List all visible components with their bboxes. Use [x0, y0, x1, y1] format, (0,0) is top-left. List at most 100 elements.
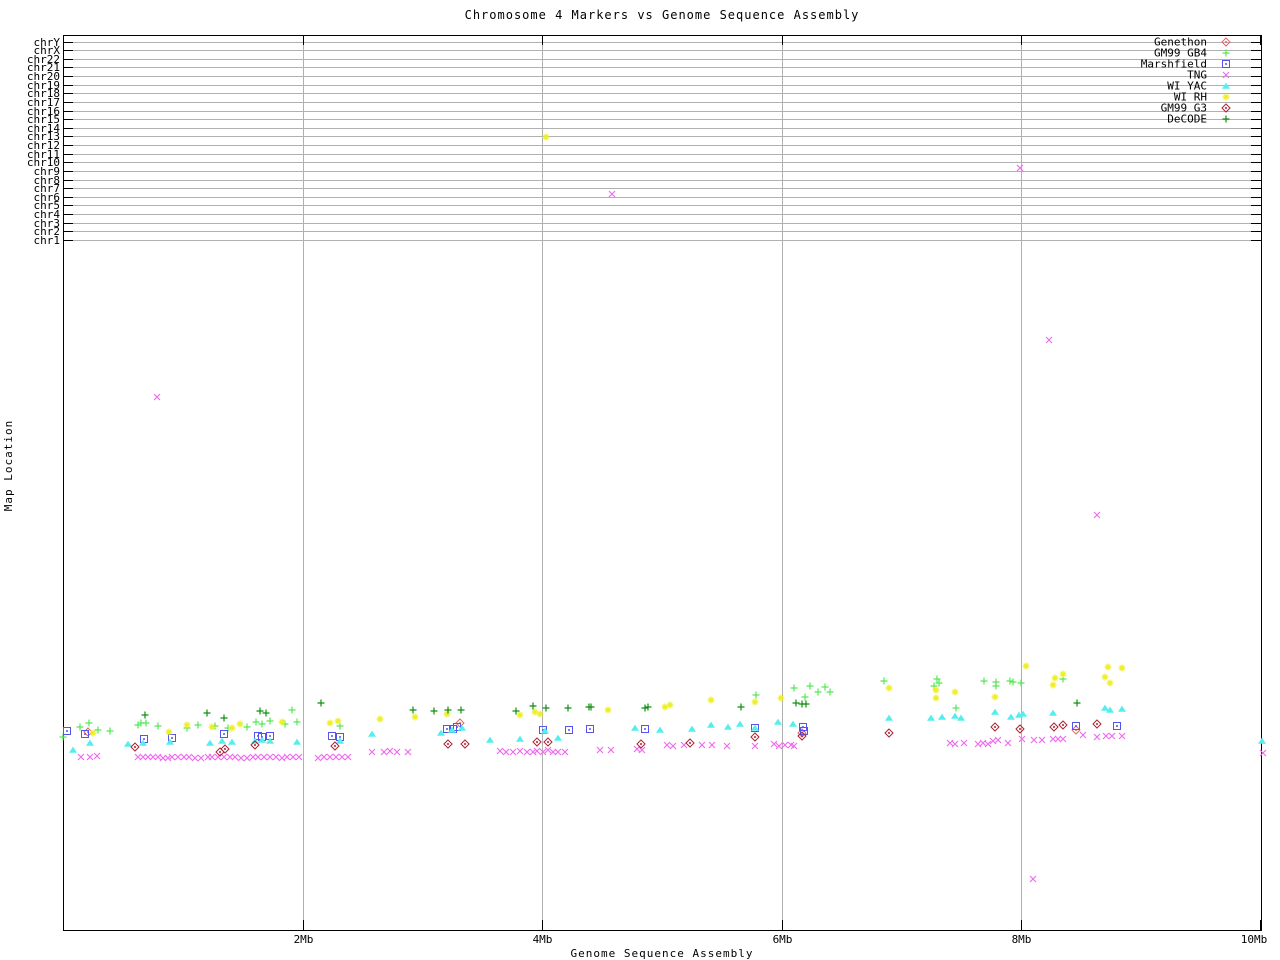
data-point-wi-yac: [1049, 709, 1057, 716]
data-point-gm99-g3: [685, 738, 695, 748]
x-tick-label-2mb: 2Mb: [294, 933, 314, 946]
data-point-tng: [1093, 733, 1101, 741]
data-point-marshfield: [328, 732, 336, 740]
data-point-gm99-gb4: [243, 723, 251, 731]
data-point-decode: [262, 709, 270, 717]
data-point-decode: [564, 704, 572, 712]
data-point-marshfield: [63, 727, 71, 735]
data-point-tng: [231, 753, 239, 761]
data-point-gm99-gb4: [1017, 679, 1025, 687]
data-point-wi-rh: [236, 720, 244, 728]
data-point-tng: [960, 739, 968, 747]
data-point-decode: [802, 700, 810, 708]
data-point-wi-rh: [991, 693, 999, 701]
data-point-wi-yac: [266, 737, 274, 744]
data-point-tng: [608, 190, 616, 198]
legend-symbol-gm99-g3: [1221, 103, 1231, 113]
data-point-tng: [1118, 732, 1126, 740]
data-point-wi-rh: [604, 706, 612, 714]
x-tick-label-4mb: 4Mb: [533, 933, 553, 946]
data-point-tng: [770, 740, 778, 748]
data-point-wi-yac: [707, 721, 715, 728]
data-point-wi-yac: [218, 737, 226, 744]
data-point-tng: [1259, 749, 1267, 757]
data-point-wi-rh: [932, 694, 940, 702]
data-point-tng: [168, 753, 176, 761]
data-point-wi-yac: [789, 720, 797, 727]
data-point-tng: [669, 742, 677, 750]
data-point-tng: [326, 753, 334, 761]
data-point-wi-yac: [86, 739, 94, 746]
data-point-tng: [208, 753, 216, 761]
data-point-wi-rh: [516, 711, 524, 719]
data-point-gm99-gb4: [752, 691, 760, 699]
data-point-tng: [698, 741, 706, 749]
data-point-tng: [1045, 336, 1053, 344]
data-point-tng: [1108, 732, 1116, 740]
data-point-wi-yac: [991, 708, 999, 715]
legend-symbol-marshfield: [1222, 60, 1230, 68]
data-point-decode: [203, 709, 211, 717]
data-point-gm99-gb4: [258, 720, 266, 728]
data-point-wi-yac: [554, 734, 562, 741]
data-point-wi-yac: [927, 714, 935, 721]
data-point-tng: [266, 753, 274, 761]
data-point-tng: [1093, 511, 1101, 519]
data-point-wi-yac: [736, 720, 744, 727]
data-point-tng: [191, 754, 199, 762]
data-point-tng: [185, 753, 193, 761]
data-point-tng: [77, 753, 85, 761]
data-point-wi-rh: [1106, 679, 1114, 687]
data-point-wi-yac: [124, 740, 132, 747]
data-point-tng: [751, 742, 759, 750]
data-point-tng: [533, 747, 541, 755]
data-point-decode: [256, 707, 264, 715]
data-point-wi-rh: [1022, 662, 1030, 670]
data-point-gm99-gb4: [194, 721, 202, 729]
data-point-wi-rh: [751, 698, 759, 706]
data-point-decode: [409, 706, 417, 714]
data-point-wi-rh: [885, 684, 893, 692]
data-point-wi-rh: [1104, 663, 1112, 671]
data-point-tng: [338, 753, 346, 761]
data-point-gm99-g3: [543, 737, 553, 747]
data-point-decode: [317, 699, 325, 707]
data-point-wi-rh: [1101, 673, 1109, 681]
data-point-marshfield: [220, 730, 228, 738]
data-point-tng: [596, 746, 604, 754]
legend-symbol-wi-rh: [1222, 93, 1230, 101]
data-point-wi-rh: [777, 694, 785, 702]
data-point-tng: [1016, 164, 1024, 172]
data-point-tng: [607, 746, 615, 754]
data-point-wi-yac: [951, 712, 959, 719]
x-axis-title: Genome Sequence Assembly: [571, 947, 754, 960]
data-point-gm99-gb4: [154, 722, 162, 730]
data-point-tng: [404, 748, 412, 756]
y-tick-label-chr1: chr1: [34, 234, 61, 247]
legend-symbol-decode: [1222, 115, 1230, 123]
data-point-tng: [523, 748, 531, 756]
data-point-decode: [542, 704, 550, 712]
data-point-tng: [380, 748, 388, 756]
data-point-decode: [529, 702, 537, 710]
data-point-wi-yac: [774, 718, 782, 725]
data-point-tng: [393, 748, 401, 756]
data-point-gm99-g3: [750, 732, 760, 742]
plot-border: [63, 35, 1262, 931]
data-point-tng: [197, 754, 205, 762]
chart-title: Chromosome 4 Markers vs Genome Sequence …: [465, 8, 860, 22]
data-point-wi-rh: [443, 710, 451, 718]
data-point-tng: [93, 752, 101, 760]
data-point-wi-yac: [1007, 713, 1015, 720]
data-point-gm99-gb4: [880, 677, 888, 685]
data-point-wi-yac: [656, 726, 664, 733]
data-point-decode: [792, 699, 800, 707]
data-point-gm99-g3: [1015, 724, 1025, 734]
data-point-gm99-gb4: [106, 727, 114, 735]
data-point-wi-yac: [69, 746, 77, 753]
data-point-tng: [516, 747, 524, 755]
data-point-wi-yac: [885, 714, 893, 721]
data-point-gm99-g3: [130, 742, 140, 752]
data-point-wi-yac: [516, 735, 524, 742]
data-point-gm99-gb4: [952, 704, 960, 712]
